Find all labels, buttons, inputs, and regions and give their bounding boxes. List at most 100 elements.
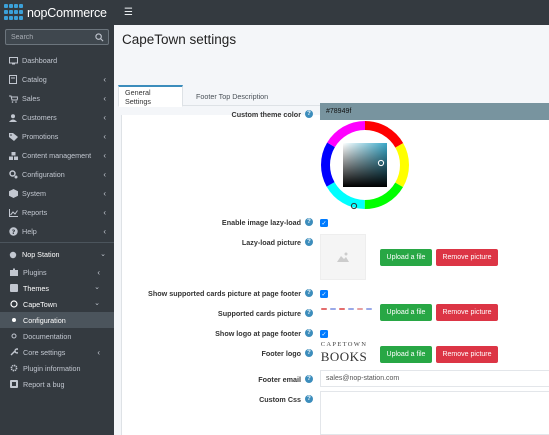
- bug-icon: [9, 379, 19, 389]
- sidebar-item-plugins[interactable]: Plugins ‹: [0, 264, 114, 280]
- color-picker-wheel[interactable]: [320, 120, 410, 210]
- sidebar-divider: [0, 242, 114, 243]
- book-icon: [8, 75, 18, 85]
- custom-theme-color-field[interactable]: #78949f: [320, 103, 549, 120]
- sidebar: nopCommerce Dashboard Catalog ‹ Sales ‹ …: [0, 0, 114, 435]
- custom-css-textarea[interactable]: [320, 391, 549, 435]
- sidebar-item-nop-station[interactable]: Nop Station ⌄: [0, 245, 114, 264]
- sidebar-item-dashboard[interactable]: Dashboard: [0, 51, 114, 70]
- card-icon: [330, 308, 336, 310]
- chevron-left-icon: ‹: [97, 268, 100, 277]
- sidebar-item-core-settings[interactable]: Core settings ‹: [0, 344, 114, 360]
- chevron-left-icon: ‹: [103, 132, 106, 141]
- supported-cards-preview: [321, 308, 372, 310]
- sidebar-item-catalog[interactable]: Catalog ‹: [0, 70, 114, 89]
- chevron-left-icon: ‹: [103, 113, 106, 122]
- footer-email-input[interactable]: sales@nop-station.com: [320, 370, 549, 387]
- sidebar-item-capetown[interactable]: CapeTown ⌄: [0, 296, 114, 312]
- show-cards-checkbox[interactable]: ✓: [320, 290, 328, 298]
- sidebar-item-configuration[interactable]: Configuration ‹: [0, 165, 114, 184]
- footer-logo-label: Footer logo: [261, 349, 301, 358]
- sidebar-item-system[interactable]: System ‹: [0, 184, 114, 203]
- sidebar-item-label: Documentation: [23, 331, 72, 341]
- custom-css-label: Custom Css: [259, 395, 301, 404]
- sidebar-item-label: Configuration: [23, 315, 66, 325]
- sidebar-item-label: Dashboard: [22, 56, 58, 65]
- cubes-icon: [8, 151, 18, 161]
- dot-icon: [9, 315, 19, 325]
- enable-lazy-load-checkbox[interactable]: ✓: [320, 219, 328, 227]
- sidebar-item-label: Plugin information: [23, 363, 81, 373]
- sidebar-item-label: CapeTown: [23, 299, 57, 309]
- sidebar-item-label: Report a bug: [23, 379, 65, 389]
- chevron-left-icon: ‹: [103, 170, 106, 179]
- question-icon: ?: [8, 227, 18, 237]
- chevron-down-icon: ⌄: [100, 251, 106, 258]
- show-logo-checkbox[interactable]: ✓: [320, 330, 328, 338]
- sidebar-item-sales[interactable]: Sales ‹: [0, 89, 114, 108]
- show-logo-label: Show logo at page footer: [215, 329, 301, 338]
- help-icon[interactable]: ?: [305, 289, 313, 297]
- cards-upload-button[interactable]: Upload a file: [380, 304, 432, 321]
- custom-theme-color-label: Custom theme color: [231, 110, 302, 119]
- chevron-left-icon: ‹: [103, 208, 106, 217]
- sidebar-item-label: Help: [22, 227, 37, 236]
- nop-station-icon: [8, 250, 18, 260]
- help-icon[interactable]: ?: [305, 110, 313, 118]
- top-navbar: ☰: [114, 0, 549, 25]
- sidebar-item-label: System: [22, 189, 46, 198]
- cards-remove-button[interactable]: Remove picture: [436, 304, 498, 321]
- help-icon[interactable]: ?: [305, 375, 313, 383]
- sidebar-item-label: Promotions: [22, 132, 59, 141]
- themes-icon: [9, 283, 19, 293]
- chevron-down-icon: ⌄: [94, 284, 100, 291]
- sidebar-item-promotions[interactable]: Promotions ‹: [0, 127, 114, 146]
- sidebar-search[interactable]: [5, 29, 109, 45]
- sidebar-item-reports[interactable]: Reports ‹: [0, 203, 114, 222]
- sidebar-item-help[interactable]: ? Help ‹: [0, 222, 114, 241]
- gears-icon: [8, 170, 18, 180]
- lazy-load-picture-label: Lazy-load picture: [241, 238, 301, 247]
- tab-footer-top-description[interactable]: Footer Top Description: [190, 85, 274, 107]
- lazy-load-remove-button[interactable]: Remove picture: [436, 249, 498, 266]
- footer-logo-upload-button[interactable]: Upload a file: [380, 346, 432, 363]
- card-icon: [321, 308, 327, 310]
- sidebar-item-capetown-configuration[interactable]: Configuration: [0, 312, 114, 328]
- chevron-left-icon: ‹: [103, 151, 106, 160]
- lazy-load-upload-button[interactable]: Upload a file: [380, 249, 432, 266]
- sidebar-item-label: Nop Station: [22, 250, 60, 259]
- help-icon[interactable]: ?: [305, 349, 313, 357]
- search-input[interactable]: [11, 33, 91, 41]
- chevron-left-icon: ‹: [103, 94, 106, 103]
- card-icon: [348, 308, 354, 310]
- sidebar-item-plugin-information[interactable]: Plugin information: [0, 360, 114, 376]
- sidebar-item-documentation[interactable]: Documentation: [0, 328, 114, 344]
- brand[interactable]: nopCommerce: [0, 0, 114, 25]
- card-icon: [366, 308, 372, 310]
- main-content: CapeTown settings General Settings Foote…: [114, 25, 549, 435]
- dot-icon: [9, 331, 19, 341]
- help-icon[interactable]: ?: [305, 329, 313, 337]
- chart-icon: [8, 208, 18, 218]
- sidebar-item-label: Core settings: [23, 347, 66, 357]
- footer-logo-remove-button[interactable]: Remove picture: [436, 346, 498, 363]
- search-icon[interactable]: [95, 32, 104, 42]
- card-icon: [339, 308, 345, 310]
- sidebar-item-label: Customers: [22, 113, 57, 122]
- sidebar-item-report-bug[interactable]: Report a bug: [0, 376, 114, 392]
- sidebar-item-themes[interactable]: Themes ⌄: [0, 280, 114, 296]
- chevron-down-icon: ⌄: [94, 300, 100, 307]
- hamburger-menu-icon[interactable]: ☰: [124, 7, 133, 18]
- chevron-left-icon: ‹: [103, 189, 106, 198]
- sidebar-item-label: Content management: [22, 151, 92, 160]
- help-icon[interactable]: ?: [305, 309, 313, 317]
- sidebar-item-label: Reports: [22, 208, 48, 217]
- show-cards-label: Show supported cards picture at page foo…: [148, 289, 301, 298]
- help-icon[interactable]: ?: [305, 238, 313, 246]
- tab-general-settings[interactable]: General Settings: [118, 85, 183, 107]
- sidebar-item-content-management[interactable]: Content management ‹: [0, 146, 114, 165]
- sidebar-item-customers[interactable]: Customers ‹: [0, 108, 114, 127]
- sidebar-item-label: Sales: [22, 94, 40, 103]
- help-icon[interactable]: ?: [305, 395, 313, 403]
- help-icon[interactable]: ?: [305, 218, 313, 226]
